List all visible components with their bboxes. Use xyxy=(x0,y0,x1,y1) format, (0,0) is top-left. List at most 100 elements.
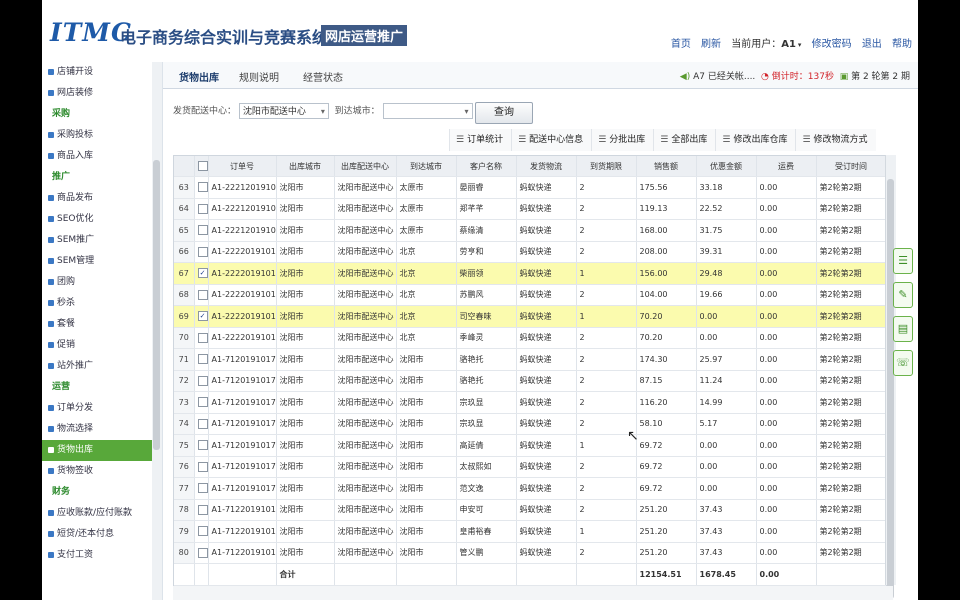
column-header-1[interactable] xyxy=(194,156,209,177)
table-row[interactable]: 65 A1-2221201910171沈阳市沈阳市配送中心太原市蔡缘清蚂蚁快递21… xyxy=(174,219,886,242)
sidebar-item-13[interactable]: 促销 xyxy=(42,335,152,356)
row-checkbox[interactable]: ✓ xyxy=(197,268,207,279)
row-checkbox[interactable] xyxy=(197,289,207,300)
sidebar-item-7[interactable]: SEO优化 xyxy=(42,209,152,230)
sidebar-scrollbar[interactable] xyxy=(152,62,163,600)
clipboard-icon[interactable]: ▤ xyxy=(893,316,913,342)
grid-scroll-thumb[interactable] xyxy=(887,179,894,599)
sidebar-item-14[interactable]: 站外推广 xyxy=(42,356,152,377)
refresh-link[interactable]: 刷新 xyxy=(701,39,721,50)
filter-bar: 发货配送中心： 沈阳市配送中心 ▾ 到达城市： ▾ xyxy=(173,103,473,119)
sidebar-item-6[interactable]: 商品发布 xyxy=(42,188,152,209)
row-checkbox[interactable] xyxy=(197,375,207,386)
sidebar-item-0[interactable]: 店铺开设 xyxy=(42,62,152,83)
table-row[interactable]: 78A1-7122019101700沈阳市沈阳市配送中心沈阳市申安可蚂蚁快递22… xyxy=(174,499,886,521)
center-filter-label: 发货配送中心： xyxy=(173,106,237,117)
sidebar-item-17[interactable]: 物流选择 xyxy=(42,419,152,440)
batch-outbound-button[interactable]: ☰ 分批出库 xyxy=(591,129,654,151)
bullet-icon xyxy=(48,194,54,201)
row-checkbox[interactable] xyxy=(197,354,207,365)
sidebar-item-11[interactable]: 秒杀 xyxy=(42,293,152,314)
logout-link[interactable]: 退出 xyxy=(862,39,882,50)
row-checkbox[interactable] xyxy=(197,397,207,408)
cell-lg: 蚂蚁快递 xyxy=(516,456,577,478)
row-checkbox[interactable]: ✓ xyxy=(197,311,207,322)
cell-sa: 251.20 xyxy=(636,520,697,543)
home-link[interactable]: 首页 xyxy=(671,39,691,50)
sidebar-item-18[interactable]: 货物出库 xyxy=(42,440,152,461)
sidebar-item-4[interactable]: 商品入库 xyxy=(42,146,152,167)
cell-cu: 太叔熙如 xyxy=(456,456,517,478)
sidebar-item-3[interactable]: 采购投标 xyxy=(42,125,152,146)
cell-di: 22.52 xyxy=(696,198,757,220)
edit-icon[interactable]: ✎ xyxy=(893,282,913,308)
contacts-icon[interactable]: ☏ xyxy=(893,350,913,376)
tab-business-status[interactable]: 经营状态 xyxy=(303,69,343,84)
sidebar-item-9[interactable]: SEM管理 xyxy=(42,251,152,272)
table-row[interactable]: 71A1-7120191017001沈阳市沈阳市配送中心沈阳市骆艳托蚂蚁快递21… xyxy=(174,348,886,371)
row-checkbox[interactable] xyxy=(197,332,207,343)
sidebar-scroll-thumb[interactable] xyxy=(153,160,160,450)
sidebar-item-22[interactable]: 短贷/还本付息 xyxy=(42,524,152,545)
sidebar-item-23[interactable]: 支付工资 xyxy=(42,545,152,566)
row-checkbox[interactable] xyxy=(197,461,207,472)
cell-fr: 0.00 xyxy=(756,241,817,263)
cell-lg: 蚂蚁快递 xyxy=(516,542,577,564)
table-row[interactable]: 72A1-7120191017001沈阳市沈阳市配送中心沈阳市骆艳托蚂蚁快递28… xyxy=(174,370,886,392)
current-user[interactable]: A1 xyxy=(781,39,796,50)
table-row[interactable]: 76A1-7120191017001沈阳市沈阳市配送中心沈阳市太叔熙如蚂蚁快递2… xyxy=(174,456,886,478)
cell-cu: 宗玖显 xyxy=(456,413,517,435)
table-row[interactable]: 64 A1-2221201910171沈阳市沈阳市配送中心太原市郑芊芊蚂蚁快递21… xyxy=(174,198,886,220)
change-warehouse-button[interactable]: ☰ 修改出库仓库 xyxy=(715,129,796,151)
sidebar-item-16[interactable]: 订单分发 xyxy=(42,398,152,419)
row-checkbox[interactable] xyxy=(197,547,207,558)
query-button[interactable]: 查询 xyxy=(475,102,533,124)
sidebar-item-10[interactable]: 团购 xyxy=(42,272,152,293)
sidebar-group-5: 推广 xyxy=(42,167,152,188)
table-row[interactable]: 70 A1-2222019101701沈阳市沈阳市配送中心北京季峰灵蚂蚁快递270… xyxy=(174,327,886,349)
list-icon: ☰ xyxy=(722,135,731,145)
sidebar-item-21[interactable]: 应收账款/应付账款 xyxy=(42,503,152,524)
table-row[interactable]: 66 A1-2222019101701沈阳市沈阳市配送中心北京劳亨和蚂蚁快递220… xyxy=(174,241,886,263)
tab-rules[interactable]: 规则说明 xyxy=(239,69,279,84)
table-row[interactable]: 67✓A1-2222019101701沈阳市沈阳市配送中心北京柴丽领蚂蚁快递11… xyxy=(174,262,886,285)
select-all-checkbox[interactable] xyxy=(197,161,207,171)
sidebar-item-12[interactable]: 套餐 xyxy=(42,314,152,335)
table-row[interactable]: 79A1-7122019101700沈阳市沈阳市配送中心沈阳市皇甫裕春蚂蚁快递1… xyxy=(174,520,886,543)
row-checkbox[interactable] xyxy=(197,440,207,451)
row-checkbox[interactable] xyxy=(197,182,207,193)
table-row[interactable]: 73A1-7120191017001沈阳市沈阳市配送中心沈阳市宗玖显蚂蚁快递21… xyxy=(174,391,886,414)
tab-goods-outbound[interactable]: 货物出库 xyxy=(179,69,219,84)
center-select[interactable]: 沈阳市配送中心 ▾ xyxy=(238,103,329,119)
sidebar-item-19[interactable]: 货物签收 xyxy=(42,461,152,482)
table-row[interactable]: 80A1-7122019101700沈阳市沈阳市配送中心沈阳市管义鹏蚂蚁快递22… xyxy=(174,542,886,564)
help-link[interactable]: 帮助 xyxy=(892,39,912,50)
row-checkbox[interactable] xyxy=(197,225,207,236)
row-checkbox[interactable] xyxy=(197,418,207,429)
all-outbound-button[interactable]: ☰ 全部出库 xyxy=(653,129,716,151)
table-row[interactable]: 75A1-7120191017001沈阳市沈阳市配送中心沈阳市高延倩蚂蚁快递16… xyxy=(174,434,886,457)
change-logistics-button[interactable]: ☰ 修改物流方式 xyxy=(795,129,876,151)
row-checkbox[interactable] xyxy=(197,504,207,515)
city-select[interactable]: ▾ xyxy=(382,103,473,119)
column-header-10: 优惠金额 xyxy=(696,156,757,177)
table-row[interactable]: 68 A1-2222019101701沈阳市沈阳市配送中心北京苏鹏风蚂蚁快递210… xyxy=(174,284,886,306)
table-row[interactable]: 63 A1-2221201910171沈阳市沈阳市配送中心太原市晏丽睿蚂蚁快递21… xyxy=(174,176,886,199)
table-row[interactable]: 77A1-7120191017001沈阳市沈阳市配送中心沈阳市范文逸蚂蚁快递26… xyxy=(174,477,886,500)
table-row[interactable]: 69✓A1-2222019101701沈阳市沈阳市配送中心北京司空春味蚂蚁快递1… xyxy=(174,305,886,328)
table-row[interactable]: 74A1-7120191017001沈阳市沈阳市配送中心沈阳市宗玖显蚂蚁快递25… xyxy=(174,413,886,435)
row-checkbox[interactable] xyxy=(197,246,207,257)
sidebar-item-8[interactable]: SEM推广 xyxy=(42,230,152,251)
row-checkbox[interactable] xyxy=(197,483,207,494)
row-checkbox[interactable] xyxy=(197,203,207,214)
cell-dc: 沈阳市配送中心 xyxy=(334,477,397,500)
sidebar-item-1[interactable]: 网店装修 xyxy=(42,83,152,104)
cell-dl: 2 xyxy=(576,499,637,521)
cell-dc: 沈阳市配送中心 xyxy=(334,219,397,242)
row-checkbox[interactable] xyxy=(197,526,207,537)
center-info-button[interactable]: ☰ 配送中心信息 xyxy=(511,129,592,151)
change-password-link[interactable]: 修改密码 xyxy=(812,39,852,50)
order-stats-button[interactable]: ☰ 订单统计 xyxy=(449,129,512,151)
cell-dl: 2 xyxy=(576,370,637,392)
stack-icon[interactable]: ☰ xyxy=(893,248,913,274)
